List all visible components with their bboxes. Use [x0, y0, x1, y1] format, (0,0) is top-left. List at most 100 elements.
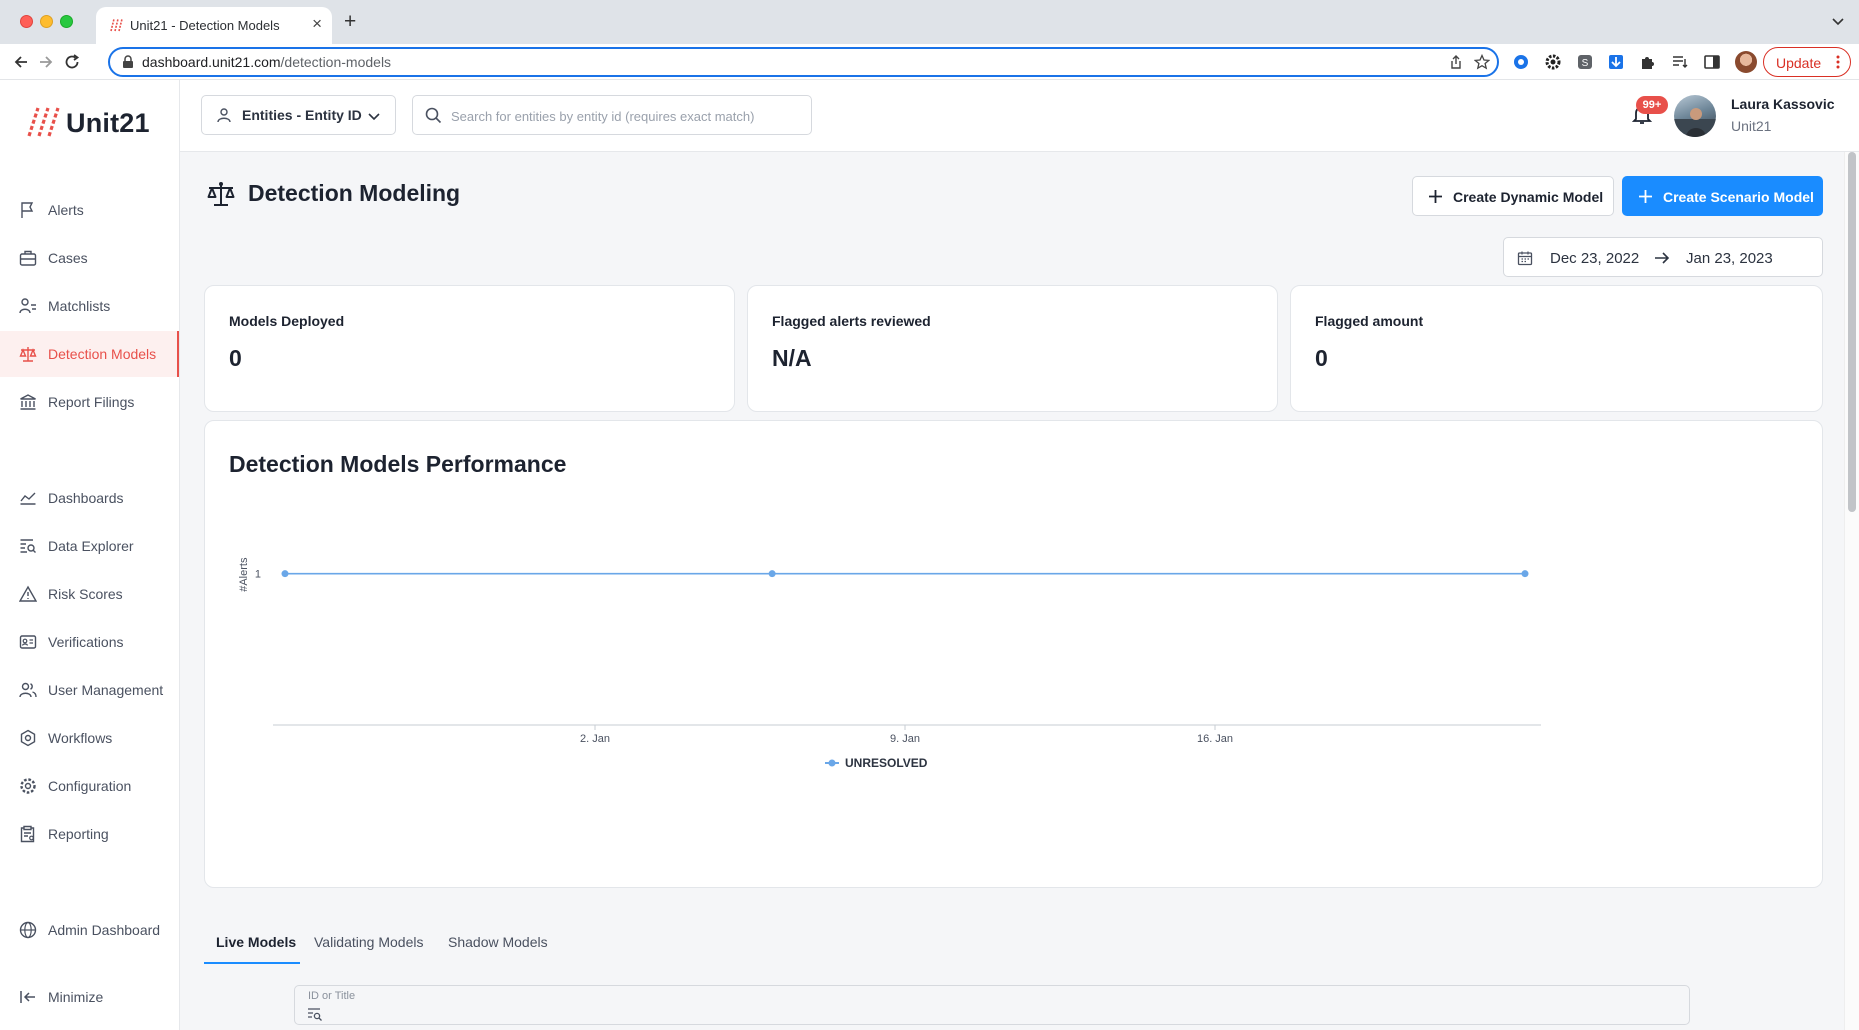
reload-icon[interactable] [63, 53, 81, 71]
extensions-puzzle-icon[interactable] [1639, 53, 1657, 71]
sidebar-item-user-management[interactable]: User Management [0, 667, 179, 713]
arrow-right-icon [1655, 252, 1670, 264]
sidebar-item-dashboards[interactable]: Dashboards [0, 475, 179, 521]
url-text: dashboard.unit21.com/detection-models [142, 54, 392, 70]
stat-label: Models Deployed [229, 313, 345, 329]
new-tab-button[interactable]: + [344, 11, 356, 32]
legend-label: UNRESOLVED [845, 756, 928, 770]
entity-search-input[interactable] [451, 105, 801, 127]
window-close-button[interactable] [20, 15, 33, 28]
stat-card-flagged-amount: Flagged amount 0 [1290, 285, 1823, 412]
id-or-title-filter[interactable]: ID or Title [294, 985, 1690, 1025]
sidebar-item-reporting[interactable]: Reporting [0, 811, 179, 857]
scale-icon [207, 182, 235, 206]
sidebar-item-matchlists[interactable]: Matchlists [0, 283, 179, 329]
report-icon [20, 825, 35, 843]
entity-search-box [412, 95, 812, 135]
tab-shadow-models[interactable]: Shadow Models [428, 924, 548, 964]
sidebar-item-alerts[interactable]: Alerts [0, 187, 179, 233]
tab-label: Validating Models [314, 934, 424, 950]
sidebar-item-label: Dashboards [48, 490, 124, 506]
globe-icon [19, 921, 37, 939]
create-scenario-model-label: Create Scenario Model [1663, 189, 1814, 205]
stat-label: Flagged amount [1315, 313, 1424, 329]
sidebar: Unit21 Alerts Cases Matchlists Detection… [0, 80, 180, 1030]
sidebar-item-label: Report Filings [48, 394, 135, 410]
extension-s-icon[interactable]: S [1576, 53, 1594, 71]
user-list-icon [19, 298, 36, 314]
sidebar-item-label: User Management [48, 682, 164, 698]
search-icon [425, 107, 442, 124]
sidebar-item-label: Admin Dashboard [48, 922, 161, 938]
browser-tab-active[interactable]: Unit21 - Detection Models × [96, 7, 332, 44]
create-dynamic-model-label: Create Dynamic Model [1453, 189, 1604, 205]
window-minimize-button[interactable] [40, 15, 53, 28]
gear-icon [20, 778, 36, 794]
sidebar-item-verifications[interactable]: Verifications [0, 619, 179, 665]
reading-list-icon[interactable] [1671, 53, 1689, 71]
y-tick-label: 1 [255, 569, 261, 581]
date-range-start: Dec 23, 2022 [1550, 250, 1640, 267]
browser-update-button[interactable]: Update [1763, 47, 1851, 77]
scale-icon [19, 347, 37, 362]
notification-count-badge: 99+ [1636, 96, 1668, 114]
bank-icon [20, 394, 36, 410]
bookmark-star-icon[interactable] [1474, 54, 1490, 70]
entity-select-label: Entities - Entity ID [242, 107, 362, 123]
sidebar-item-cases[interactable]: Cases [0, 235, 179, 281]
back-arrow-icon[interactable] [12, 53, 30, 71]
stat-value: 0 [1315, 345, 1328, 371]
app-header: Entities - Entity ID 99+ Laura Kassovic … [180, 80, 1859, 152]
user-org: Unit21 [1731, 118, 1772, 134]
date-range-picker[interactable]: Dec 23, 2022 Jan 23, 2023 [1503, 237, 1823, 277]
avatar-photo-icon [1674, 108, 1716, 137]
window-zoom-button[interactable] [60, 15, 73, 28]
sidebar-item-admin-dashboard[interactable]: Admin Dashboard [0, 907, 179, 953]
logo-mark-icon [27, 107, 60, 137]
chevron-down-icon[interactable] [1831, 14, 1845, 28]
sidebar-item-workflows[interactable]: Workflows [0, 715, 179, 761]
lock-icon [123, 55, 133, 68]
user-name: Laura Kassovic [1731, 96, 1835, 112]
sidebar-item-label: Detection Models [48, 346, 157, 362]
extension-gear-icon[interactable] [1544, 53, 1562, 71]
x-tick-label: 2. Jan [580, 733, 610, 745]
extension-download-icon[interactable] [1607, 53, 1625, 71]
create-scenario-model-button[interactable]: Create Scenario Model [1622, 176, 1823, 216]
unit21-logo[interactable]: Unit21 [26, 104, 156, 138]
forward-arrow-icon[interactable] [37, 53, 55, 71]
line-chart-icon [20, 492, 36, 505]
data-search-icon [20, 539, 36, 553]
sidebar-item-configuration[interactable]: Configuration [0, 763, 179, 809]
sidebar-item-report-filings[interactable]: Report Filings [0, 379, 179, 425]
date-range-end: Jan 23, 2023 [1686, 250, 1773, 267]
sidebar-item-label: Alerts [48, 202, 84, 218]
sidebar-item-minimize[interactable]: Minimize [0, 974, 179, 1020]
svg-text:S: S [1582, 58, 1589, 69]
user-avatar[interactable] [1674, 95, 1716, 137]
collapse-icon [20, 991, 35, 1003]
extension-translate-icon[interactable] [1512, 53, 1530, 71]
sidebar-item-data-explorer[interactable]: Data Explorer [0, 523, 179, 569]
page-title: Detection Modeling [248, 180, 461, 206]
entity-type-select[interactable]: Entities - Entity ID [201, 95, 396, 135]
x-tick-label: 16. Jan [1197, 733, 1233, 745]
page-scrollbar-thumb[interactable] [1848, 152, 1856, 512]
filter-search-icon [308, 1008, 322, 1021]
sidebar-item-risk-scores[interactable]: Risk Scores [0, 571, 179, 617]
browser-toolbar: dashboard.unit21.com/detection-models S … [0, 44, 1859, 80]
create-dynamic-model-button[interactable]: Create Dynamic Model [1412, 176, 1614, 216]
performance-chart: 2. Jan 9. Jan 16. Jan 1 #Alerts UNRESOLVED [238, 557, 1541, 770]
tab-label: Live Models [216, 934, 297, 950]
side-panel-icon[interactable] [1703, 53, 1721, 71]
sidebar-item-detection-models[interactable]: Detection Models [0, 331, 179, 377]
user-icon [217, 108, 231, 123]
tab-close-icon[interactable]: × [312, 15, 322, 32]
plus-icon [1639, 190, 1652, 203]
share-icon[interactable] [1448, 54, 1464, 70]
address-bar[interactable]: dashboard.unit21.com/detection-models [108, 47, 1499, 77]
workflow-icon [20, 729, 36, 747]
tab-validating-models[interactable]: Validating Models [304, 924, 424, 964]
browser-profile-avatar[interactable] [1735, 51, 1757, 73]
tab-live-models[interactable]: Live Models [204, 924, 300, 964]
